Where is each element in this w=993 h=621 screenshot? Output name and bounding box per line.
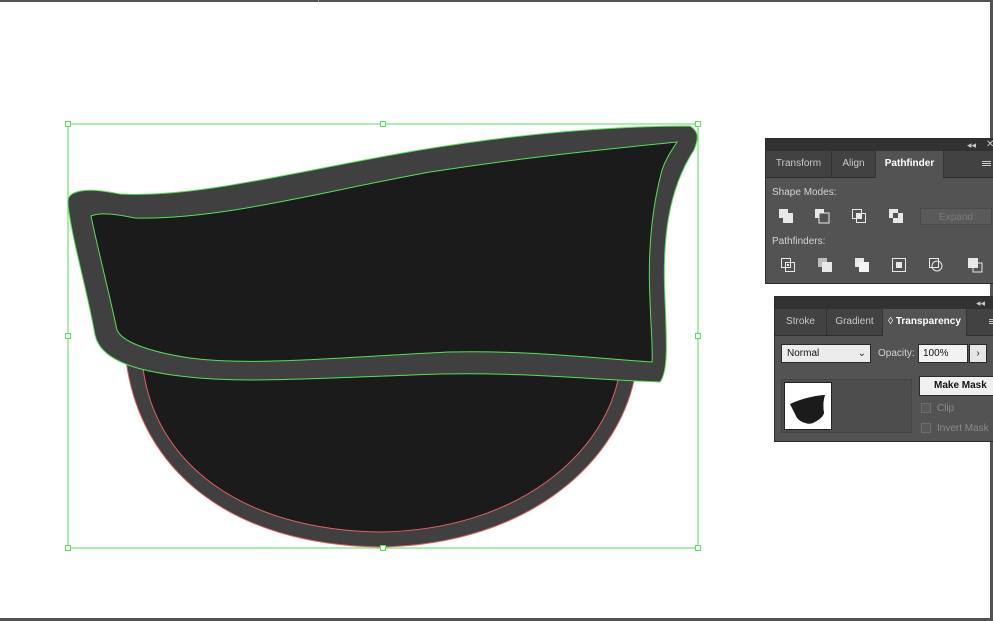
tab-pathfinder[interactable]: Pathfinder [876, 151, 944, 178]
tab-stroke[interactable]: Stroke [775, 309, 827, 335]
collapse-panel-icon[interactable]: ◂◂ [967, 139, 976, 151]
mask-thumbnail-area [781, 379, 912, 433]
collapse-panel-icon[interactable]: ◂◂ [976, 297, 985, 309]
panel-titlebar[interactable]: ◂◂ ✕ [766, 139, 993, 151]
clip-label: Clip [937, 403, 955, 414]
tab-transform[interactable]: Transform [766, 151, 832, 177]
divide-icon[interactable] [780, 257, 796, 273]
pathfinders-label: Pathfinders: [772, 236, 826, 247]
transparency-tabbar: Stroke Gradient ◊ Transparency [775, 309, 993, 336]
handle-bottom-center [380, 545, 386, 551]
artboard-canvas[interactable]: ◂◂ ✕ Transform Align Pathfinder Shape Mo… [0, 0, 993, 621]
tab-sort-icon: ◊ [888, 316, 894, 327]
handle-bottom-right [695, 545, 701, 551]
intersect-icon[interactable] [851, 208, 867, 224]
tab-align[interactable]: Align [832, 151, 876, 177]
blend-mode-select[interactable]: Normal ⌄ [781, 344, 871, 363]
handle-top-center [380, 121, 386, 127]
handle-top-right [695, 121, 701, 127]
pathfinder-panel: ◂◂ ✕ Transform Align Pathfinder Shape Mo… [765, 138, 993, 284]
make-mask-button[interactable]: Make Mask [919, 376, 993, 396]
pathfinder-tabbar: Transform Align Pathfinder [766, 151, 993, 178]
tab-transparency-label: Transparency [895, 316, 961, 327]
thumbnail-shape-icon [790, 395, 825, 424]
cap-shape[interactable] [67, 125, 698, 383]
tab-gradient[interactable]: Gradient [827, 309, 883, 335]
handle-middle-left [65, 333, 71, 339]
handle-top-left [65, 121, 71, 127]
close-panel-icon[interactable]: ✕ [986, 139, 993, 151]
invert-mask-label: Invert Mask [937, 423, 989, 434]
expand-button[interactable]: Expand [920, 208, 992, 225]
opacity-arrow-icon[interactable]: › [969, 344, 987, 363]
panel-menu-icon[interactable] [980, 152, 993, 176]
transparency-panel: ◂◂ Stroke Gradient ◊ Transparency Normal… [774, 296, 993, 442]
chevron-down-icon: ⌄ [857, 348, 866, 359]
opacity-label: Opacity: [878, 348, 915, 359]
shape-modes-label: Shape Modes: [772, 187, 837, 198]
blend-mode-value: Normal [787, 348, 820, 359]
invert-mask-checkbox[interactable] [921, 423, 931, 433]
minus-back-icon[interactable] [967, 257, 983, 273]
exclude-icon[interactable] [888, 208, 904, 224]
tab-transparency[interactable]: ◊ Transparency [883, 309, 967, 336]
merge-icon[interactable] [854, 257, 870, 273]
handle-bottom-left [65, 545, 71, 551]
minus-front-icon[interactable] [814, 208, 830, 224]
unite-icon[interactable] [778, 208, 794, 224]
handle-middle-right [695, 333, 701, 339]
trim-icon[interactable] [817, 257, 833, 273]
panel-titlebar[interactable]: ◂◂ [775, 297, 993, 309]
outline-icon[interactable] [928, 257, 944, 273]
artwork-thumbnail[interactable] [784, 382, 832, 430]
clip-checkbox[interactable] [921, 403, 931, 413]
crop-icon[interactable] [891, 257, 907, 273]
panel-menu-icon[interactable] [987, 310, 993, 334]
opacity-input[interactable]: 100% [918, 344, 968, 363]
